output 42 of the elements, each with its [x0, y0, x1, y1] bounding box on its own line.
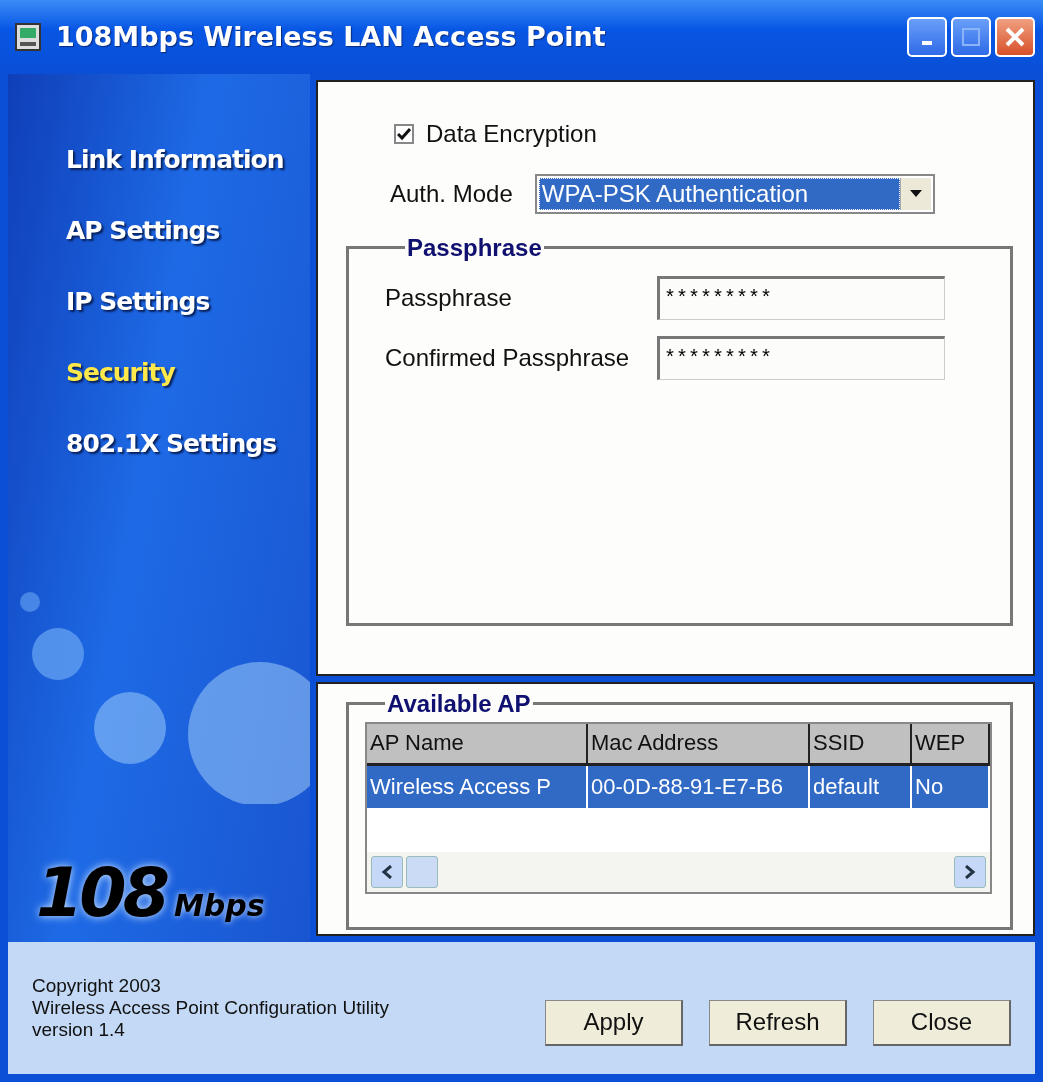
copyright-text: Copyright 2003: [32, 974, 162, 997]
passphrase-field[interactable]: *********: [657, 275, 945, 320]
scroll-left-button[interactable]: [371, 855, 403, 888]
sidebar-item[interactable]: AP Settings: [66, 194, 310, 266]
close-button[interactable]: [995, 16, 1035, 57]
dropdown-arrow-icon: [909, 189, 922, 198]
copyright-text: version 1.4: [32, 1018, 126, 1041]
minimize-icon: [922, 40, 932, 45]
logo-number: 108: [36, 852, 166, 932]
sidebar-item[interactable]: 802.1X Settings: [66, 407, 310, 479]
checkbox[interactable]: [394, 123, 414, 144]
close-icon: [1004, 25, 1026, 48]
table-cell: No: [912, 765, 990, 808]
table-cell: default: [810, 765, 912, 808]
group-title: Passphrase: [406, 233, 543, 262]
sidebar-item[interactable]: Link Information: [66, 123, 310, 195]
dialog-button[interactable]: Refresh: [709, 999, 847, 1046]
minimize-button[interactable]: [907, 16, 947, 57]
table-cell: Wireless Access P: [367, 765, 588, 808]
field-label: Passphrase: [385, 283, 513, 312]
dialog-button[interactable]: Apply: [545, 999, 683, 1046]
maximize-button[interactable]: [951, 16, 991, 57]
left-chevron-icon: [381, 864, 393, 879]
app-icon: [14, 21, 42, 52]
table-cell: 00-0D-88-91-E7-B6: [588, 765, 810, 808]
logo-unit: Mbps: [173, 887, 265, 923]
dialog-button[interactable]: Close: [873, 999, 1011, 1046]
copyright-text: Wireless Access Point Configuration Utility: [32, 996, 389, 1019]
field-label: Confirmed Passphrase: [385, 343, 631, 372]
checkbox-label: Data Encryption: [426, 119, 597, 148]
table-row[interactable]: Wireless Access P 00-0D-88-91-E7-B6 default No: [367, 765, 990, 808]
sidebar-item[interactable]: Security: [66, 336, 310, 408]
window-title: 108Mbps Wireless LAN Access Point: [56, 21, 607, 53]
right-chevron-icon: [964, 864, 976, 879]
auth-mode-dropdown[interactable]: WPA-PSK Authentication: [534, 173, 935, 214]
passphrase-field[interactable]: *********: [657, 335, 945, 380]
sidebar-item[interactable]: IP Settings: [66, 265, 310, 337]
scroll-thumb[interactable]: [406, 855, 438, 888]
field-label: Auth. Mode: [390, 179, 513, 208]
group-title: Available AP: [386, 689, 532, 718]
maximize-icon: [961, 26, 981, 47]
scroll-right-button[interactable]: [954, 855, 986, 888]
